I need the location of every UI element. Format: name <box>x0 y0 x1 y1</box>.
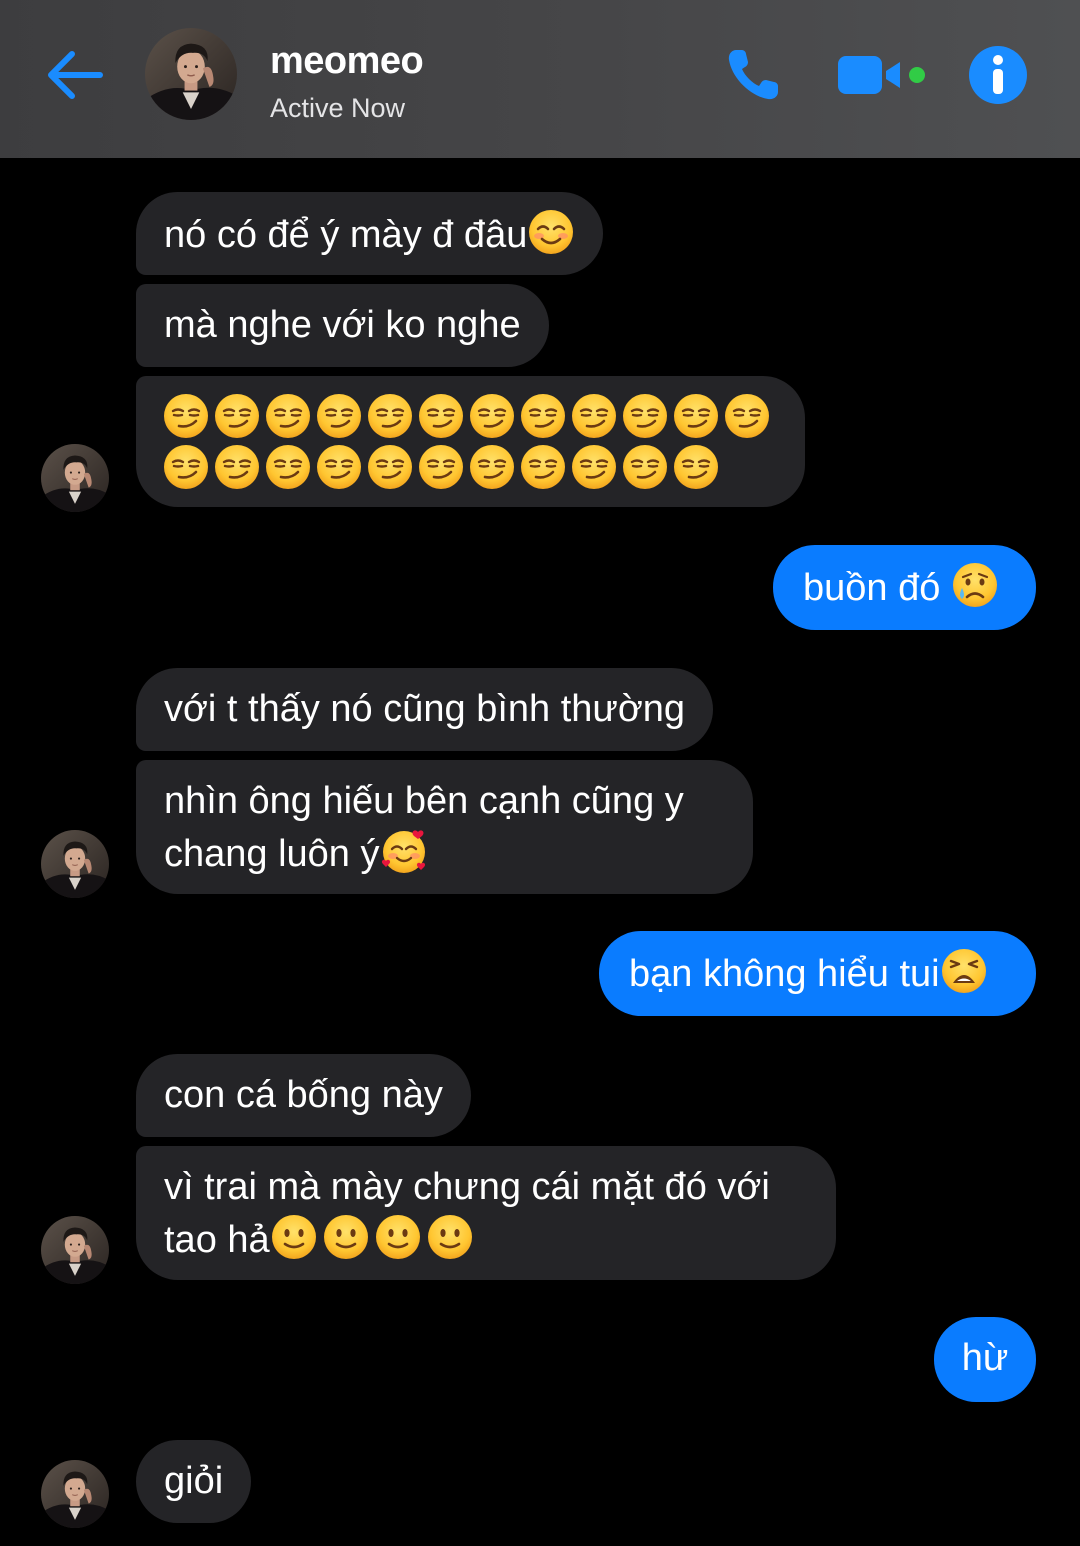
smirking-face-icon <box>366 443 414 491</box>
incoming-message[interactable]: mà nghe với ko nghe <box>136 284 549 367</box>
outgoing-message[interactable]: hừ <box>934 1317 1036 1402</box>
smirking-face-icon <box>366 392 414 440</box>
contact-avatar-small[interactable] <box>41 830 109 898</box>
avatar-image <box>41 1460 109 1528</box>
smirking-face-icon <box>672 392 720 440</box>
smirking-face-icon <box>672 443 720 491</box>
smirking-face-icon <box>570 392 618 440</box>
contact-avatar-small[interactable] <box>41 444 109 512</box>
smirking-face-icon <box>723 392 771 440</box>
smirking-face-icon <box>417 443 465 491</box>
arrow-left-icon <box>48 51 103 99</box>
smirking-face-icon <box>264 443 312 491</box>
smirking-face-icon <box>468 392 516 440</box>
info-button[interactable] <box>968 45 1028 105</box>
message-text: con cá bống này <box>164 1074 443 1116</box>
smirking-face-icon <box>519 443 567 491</box>
message-text: bạn không hiểu tui <box>629 953 940 995</box>
message-text-line: vì trai mà mày chưng cái mặt đó với <box>164 1166 770 1208</box>
contact-name[interactable]: meomeo <box>270 40 424 83</box>
contact-avatar-small[interactable] <box>41 1216 109 1284</box>
smirking-face-icon <box>468 443 516 491</box>
online-status-dot <box>909 67 925 83</box>
slightly-smiling-face-icon <box>426 1213 474 1261</box>
smiling-face-with-blush-icon <box>527 208 575 256</box>
avatar-image <box>145 28 237 120</box>
message-text: nó có để ý mày đ đâu <box>164 214 528 256</box>
smirking-face-icon <box>162 443 210 491</box>
message-text: giỏi <box>164 1460 224 1502</box>
slightly-smiling-face-icon <box>270 1213 318 1261</box>
message-text-line: tao hả <box>164 1219 270 1261</box>
message-text: hừ <box>961 1337 1009 1379</box>
incoming-message[interactable]: con cá bống này <box>136 1054 471 1137</box>
message-text: với t thấy nó cũng bình thường <box>164 688 686 730</box>
smirking-face-icon <box>264 392 312 440</box>
outgoing-message[interactable]: buồn đó <box>773 545 1036 630</box>
smirking-face-icon <box>621 443 669 491</box>
incoming-message[interactable]: vì trai mà mày chưng cái mặt đó với tao … <box>136 1146 836 1280</box>
avatar-image <box>41 1216 109 1284</box>
smiling-face-with-hearts-icon <box>380 827 428 875</box>
smirking-face-icon <box>213 392 261 440</box>
incoming-message[interactable]: với t thấy nó cũng bình thường <box>136 668 714 751</box>
message-text: mà nghe với ko nghe <box>164 304 521 346</box>
message-text: buồn đó <box>803 567 951 609</box>
chat-header: meomeo Active Now <box>0 0 1080 158</box>
crying-face-icon <box>951 561 999 609</box>
back-button[interactable] <box>40 44 110 106</box>
incoming-emoji-message[interactable] <box>136 376 805 507</box>
smirking-face-icon <box>213 443 261 491</box>
avatar-image <box>41 830 109 898</box>
contact-avatar[interactable] <box>145 28 237 120</box>
smirking-face-icon <box>315 443 363 491</box>
smirking-face-icon <box>621 392 669 440</box>
contact-status: Active Now <box>270 93 406 123</box>
video-camera-icon <box>838 56 925 94</box>
outgoing-message[interactable]: bạn không hiểu tui <box>599 931 1036 1016</box>
emoji-row <box>162 443 779 494</box>
message-text-line: chang luôn ý <box>164 833 380 875</box>
smirking-face-icon <box>519 392 567 440</box>
weary-face-icon <box>940 947 988 995</box>
avatar-image <box>41 444 109 512</box>
smirking-face-icon <box>570 443 618 491</box>
voice-call-button[interactable] <box>722 44 786 106</box>
phone-icon <box>728 50 778 100</box>
incoming-message[interactable]: nó có để ý mày đ đâu <box>136 192 604 275</box>
slightly-smiling-face-icon <box>374 1213 422 1261</box>
info-icon <box>969 46 1027 104</box>
video-call-button[interactable] <box>836 52 932 98</box>
emoji-row <box>162 392 779 443</box>
message-text-line: nhìn ông hiếu bên cạnh cũng y <box>164 780 684 822</box>
smirking-face-icon <box>315 392 363 440</box>
slightly-smiling-face-icon <box>322 1213 370 1261</box>
smirking-face-icon <box>417 392 465 440</box>
smirking-face-icon <box>162 392 210 440</box>
incoming-message[interactable]: nhìn ông hiếu bên cạnh cũng y chang luôn… <box>136 760 753 894</box>
contact-avatar-small[interactable] <box>41 1460 109 1528</box>
incoming-message[interactable]: giỏi <box>136 1440 252 1523</box>
